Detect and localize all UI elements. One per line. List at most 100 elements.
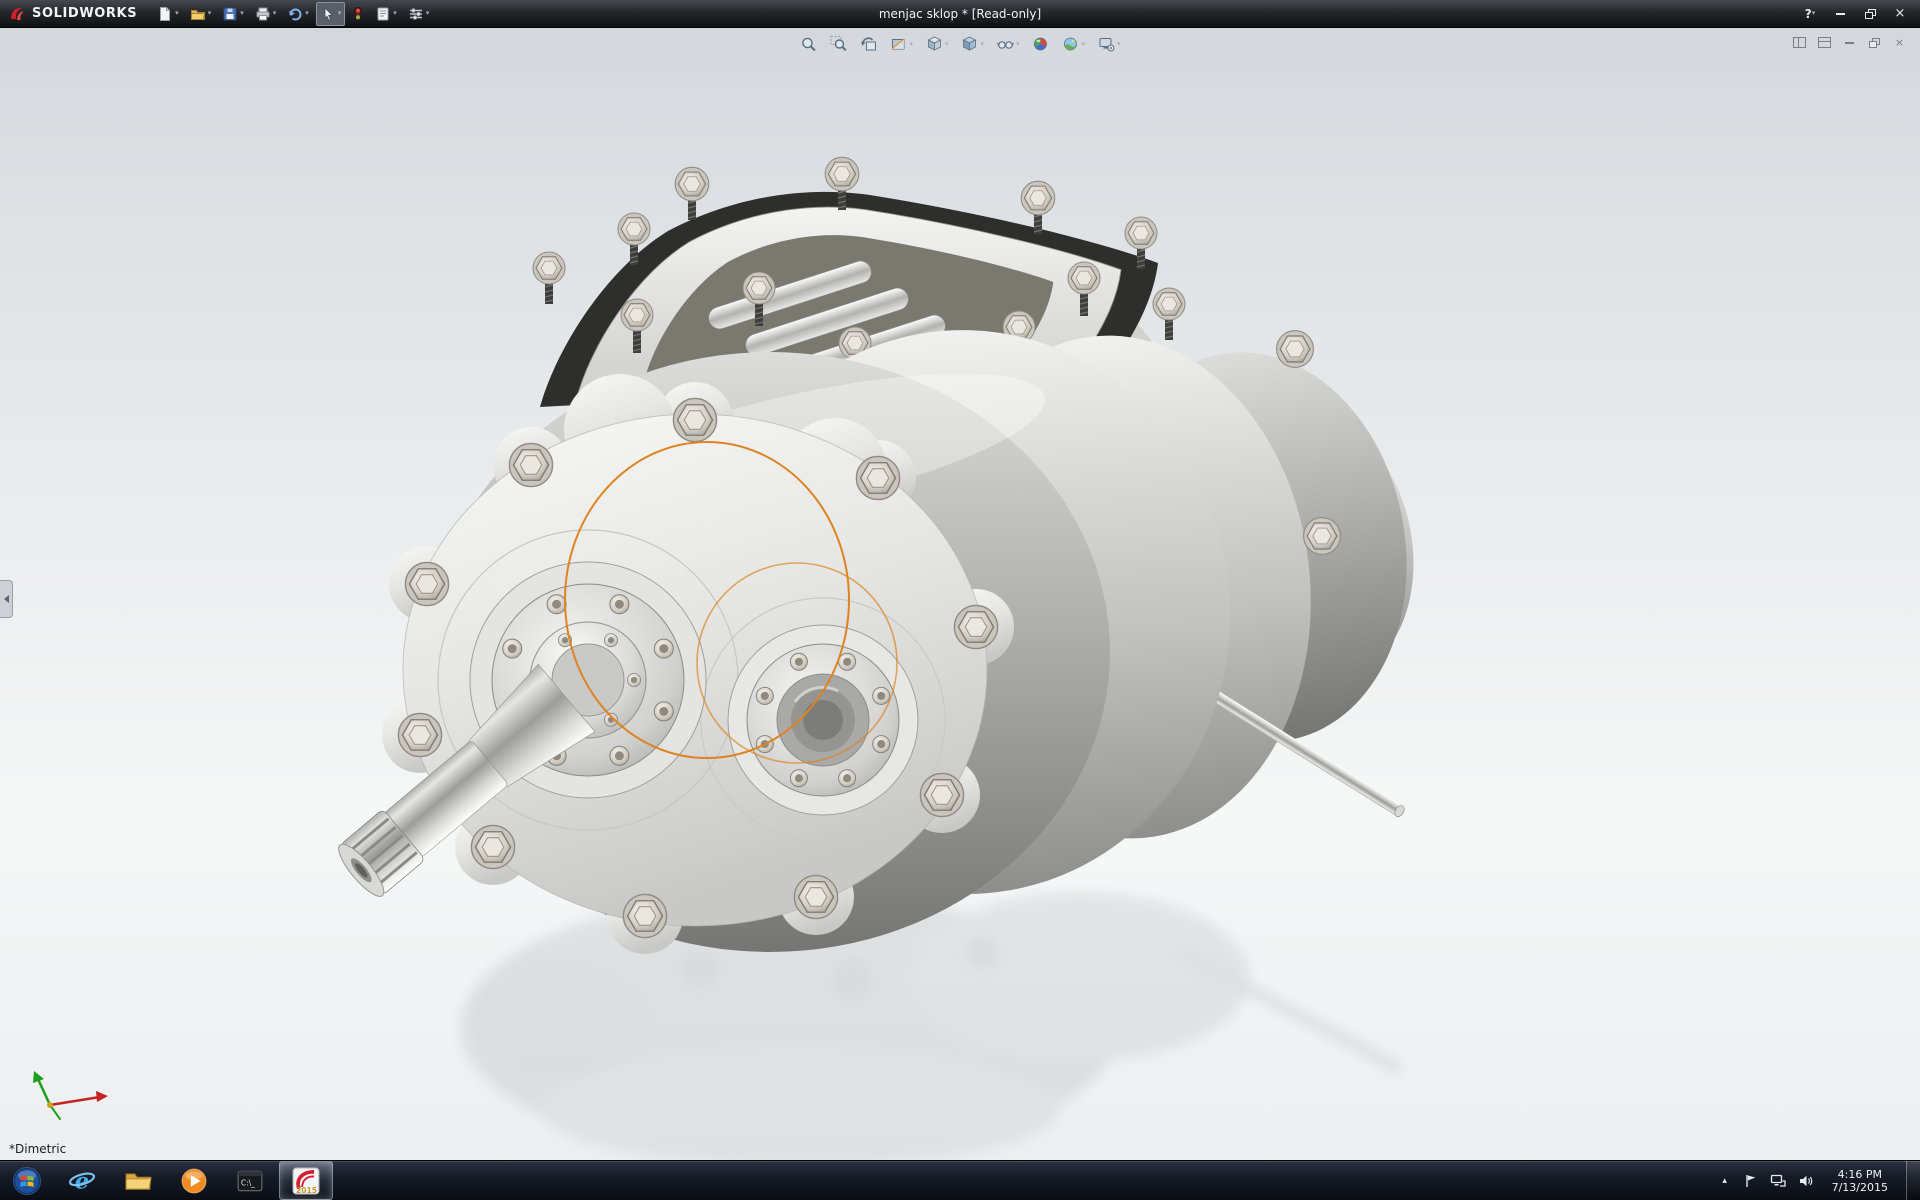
display-style-icon	[960, 35, 978, 53]
section-view-button[interactable]	[887, 34, 915, 54]
dassault-logo-icon	[8, 5, 26, 23]
dropdown-caret-icon[interactable]	[1117, 41, 1121, 48]
new-document-icon	[157, 6, 173, 22]
close-icon: ×	[1895, 6, 1906, 21]
doc-restore-button[interactable]	[1868, 35, 1881, 50]
hide-show-glasses-icon	[996, 35, 1014, 53]
minimize-button[interactable]	[1832, 5, 1848, 23]
volume-speaker-icon	[1798, 1174, 1814, 1188]
headsup-view-toolbar	[797, 34, 1122, 54]
options-sliders-icon	[408, 6, 424, 22]
print-icon	[255, 6, 271, 22]
taskbar-item-solidworks-2015[interactable]: 2015	[279, 1161, 333, 1200]
zoom-to-area-button[interactable]	[827, 34, 849, 54]
print-button[interactable]	[251, 2, 281, 26]
help-button[interactable]: ?	[1802, 5, 1818, 23]
doc-close-button[interactable]: ×	[1893, 35, 1906, 50]
solidworks-app-window: SOLIDWORKS	[0, 0, 1920, 1200]
taskbar-item-media-player[interactable]	[167, 1161, 221, 1200]
apply-scene-icon	[1062, 35, 1080, 53]
dropdown-caret-icon[interactable]	[175, 10, 179, 17]
action-center-button[interactable]	[1744, 1174, 1758, 1188]
clock-date: 7/13/2015	[1832, 1181, 1888, 1194]
edit-appearance-button[interactable]	[1030, 34, 1052, 54]
undo-arrow-icon	[287, 6, 303, 22]
split-pane-vertical-icon	[1793, 37, 1806, 48]
solidworks-logo: SOLIDWORKS	[0, 5, 153, 23]
windows-start-icon	[12, 1166, 42, 1196]
dropdown-caret-icon[interactable]	[945, 41, 949, 48]
file-properties-icon	[375, 6, 391, 22]
dropdown-caret-icon[interactable]	[426, 10, 430, 17]
save-button[interactable]	[218, 2, 248, 26]
dropdown-caret-icon[interactable]	[980, 41, 984, 48]
system-tray: 4:16 PM 7/13/2015	[1718, 1161, 1920, 1200]
solidworks-2015-icon: 2015	[292, 1167, 320, 1195]
file-properties-button[interactable]	[371, 2, 401, 26]
view-orientation-label: *Dimetric	[9, 1142, 66, 1156]
dropdown-caret-icon[interactable]	[305, 10, 309, 17]
restore-button[interactable]	[1862, 5, 1878, 23]
display-style-button[interactable]	[958, 34, 986, 54]
section-view-icon	[889, 35, 907, 53]
dropdown-caret-icon[interactable]	[240, 10, 244, 17]
apply-scene-button[interactable]	[1060, 34, 1088, 54]
doc-minimize-button[interactable]	[1843, 35, 1856, 50]
dropdown-caret-icon[interactable]	[338, 10, 342, 17]
undo-button[interactable]	[283, 2, 313, 26]
dropdown-caret-icon[interactable]	[1016, 41, 1020, 48]
clock-time: 4:16 PM	[1832, 1168, 1888, 1181]
taskbar-clock[interactable]: 4:16 PM 7/13/2015	[1832, 1168, 1888, 1194]
volume-button[interactable]	[1798, 1174, 1814, 1188]
dropdown-caret-icon[interactable]	[1082, 41, 1086, 48]
graphics-viewport[interactable]: × *Dimetric	[0, 27, 1920, 1161]
model-3d-render[interactable]	[0, 27, 1920, 1161]
options-button[interactable]	[404, 2, 434, 26]
taskbar-item-windows-explorer[interactable]	[111, 1161, 165, 1200]
network-status-button[interactable]	[1770, 1174, 1786, 1188]
zoom-to-fit-button[interactable]	[797, 34, 819, 54]
select-button[interactable]	[316, 2, 346, 26]
view-settings-icon	[1097, 35, 1115, 53]
open-folder-icon	[190, 6, 206, 22]
output-hub[interactable]	[728, 625, 918, 815]
edit-appearance-ball-icon	[1032, 35, 1050, 53]
titlebar: SOLIDWORKS	[0, 0, 1920, 28]
taskbar-item-command-prompt[interactable]: C:\_	[223, 1161, 277, 1200]
view-orientation-button[interactable]	[923, 34, 951, 54]
dropdown-caret-icon[interactable]	[909, 41, 913, 48]
start-button[interactable]	[0, 1161, 54, 1200]
split-pane-vertical-button[interactable]	[1793, 35, 1806, 50]
previous-view-button[interactable]	[857, 34, 879, 54]
command-prompt-icon: C:\_	[236, 1167, 264, 1195]
folder-icon	[124, 1167, 152, 1195]
minimize-icon	[1836, 13, 1845, 15]
rebuild-button[interactable]	[348, 2, 368, 26]
view-orientation-cube-icon	[925, 35, 943, 53]
close-button[interactable]: ×	[1892, 5, 1908, 23]
show-desktop-button[interactable]	[1906, 1161, 1920, 1200]
taskbar-item-internet-explorer[interactable]: e	[55, 1161, 109, 1200]
new-document-button[interactable]	[153, 2, 183, 26]
minimize-icon	[1845, 42, 1854, 44]
orientation-triad	[33, 1071, 108, 1119]
zoom-to-area-icon	[829, 35, 847, 53]
split-pane-horizontal-button[interactable]	[1818, 35, 1831, 50]
titlebar-toolbar	[153, 2, 433, 26]
titlebar-window-controls: ? ×	[1802, 5, 1920, 23]
split-pane-horizontal-icon	[1818, 37, 1831, 48]
view-settings-button[interactable]	[1095, 34, 1123, 54]
close-icon: ×	[1895, 36, 1904, 49]
windows-taskbar: e C:\_	[0, 1160, 1920, 1200]
dropdown-caret-icon[interactable]	[393, 10, 397, 17]
restore-icon	[1869, 38, 1880, 48]
featuremanager-flyout-tab[interactable]	[0, 580, 13, 618]
dropdown-caret-icon[interactable]	[208, 10, 212, 17]
action-center-flag-icon	[1744, 1174, 1758, 1188]
hide-show-items-button[interactable]	[994, 34, 1022, 54]
dropdown-caret-icon[interactable]	[273, 10, 277, 17]
show-hidden-icons-button[interactable]	[1718, 1176, 1732, 1186]
media-player-icon	[180, 1167, 208, 1195]
open-button[interactable]	[186, 2, 216, 26]
zoom-to-fit-icon	[799, 35, 817, 53]
